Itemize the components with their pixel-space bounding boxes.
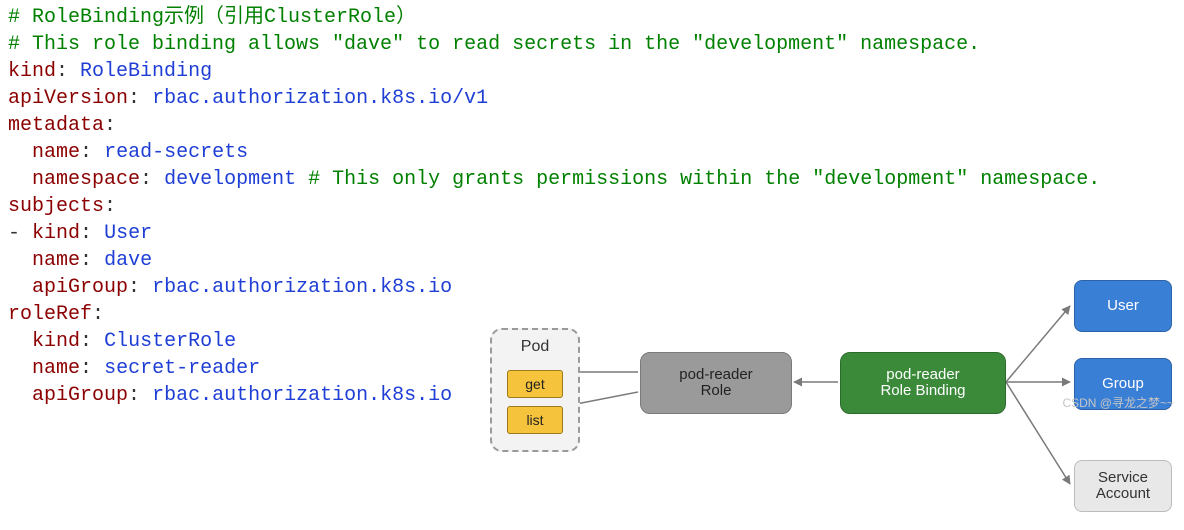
yaml-key: namespace — [32, 168, 140, 191]
pod-label: Pod — [492, 336, 578, 358]
rolebinding-node: pod-reader Role Binding — [840, 352, 1006, 414]
yaml-key: metadata — [8, 114, 104, 137]
yaml-key: kind — [32, 222, 80, 245]
yaml-value: read-secrets — [104, 141, 248, 164]
yaml-value: ClusterRole — [104, 330, 236, 353]
role-name: pod-reader — [641, 367, 791, 384]
yaml-value: dave — [104, 249, 152, 272]
yaml-key: name — [32, 141, 80, 164]
yaml-key: roleRef — [8, 303, 92, 326]
yaml-key: name — [32, 249, 80, 272]
watermark: CSDN @寻龙之梦~~ — [1062, 395, 1174, 411]
yaml-value: secret-reader — [104, 357, 260, 380]
yaml-key: subjects — [8, 195, 104, 218]
yaml-value: development — [164, 168, 296, 191]
binding-kind: Role Binding — [841, 383, 1005, 400]
verb-get: get — [507, 370, 563, 398]
verb-list: list — [507, 406, 563, 434]
yaml-key: kind — [8, 60, 56, 83]
yaml-value: rbac.authorization.k8s.io — [152, 276, 452, 299]
subject-service-account-node: Service Account — [1074, 460, 1172, 512]
role-node: pod-reader Role — [640, 352, 792, 414]
code-comment: # RoleBinding示例（引用ClusterRole） — [8, 6, 416, 29]
yaml-key: apiGroup — [32, 384, 128, 407]
binding-name: pod-reader — [841, 367, 1005, 384]
yaml-key: apiVersion — [8, 87, 128, 110]
subject-user-node: User — [1074, 280, 1172, 332]
pod-node: Pod get list — [490, 328, 580, 452]
code-comment: # This role binding allows "dave" to rea… — [8, 33, 980, 56]
code-comment: # This only grants permissions within th… — [308, 168, 1100, 191]
yaml-value: rbac.authorization.k8s.io — [152, 384, 452, 407]
yaml-value: rbac.authorization.k8s.io/v1 — [152, 87, 488, 110]
yaml-key: kind — [32, 330, 80, 353]
role-kind: Role — [641, 383, 791, 400]
yaml-key: name — [32, 357, 80, 380]
yaml-value: RoleBinding — [80, 60, 212, 83]
yaml-key: apiGroup — [32, 276, 128, 299]
yaml-value: User — [104, 222, 152, 245]
